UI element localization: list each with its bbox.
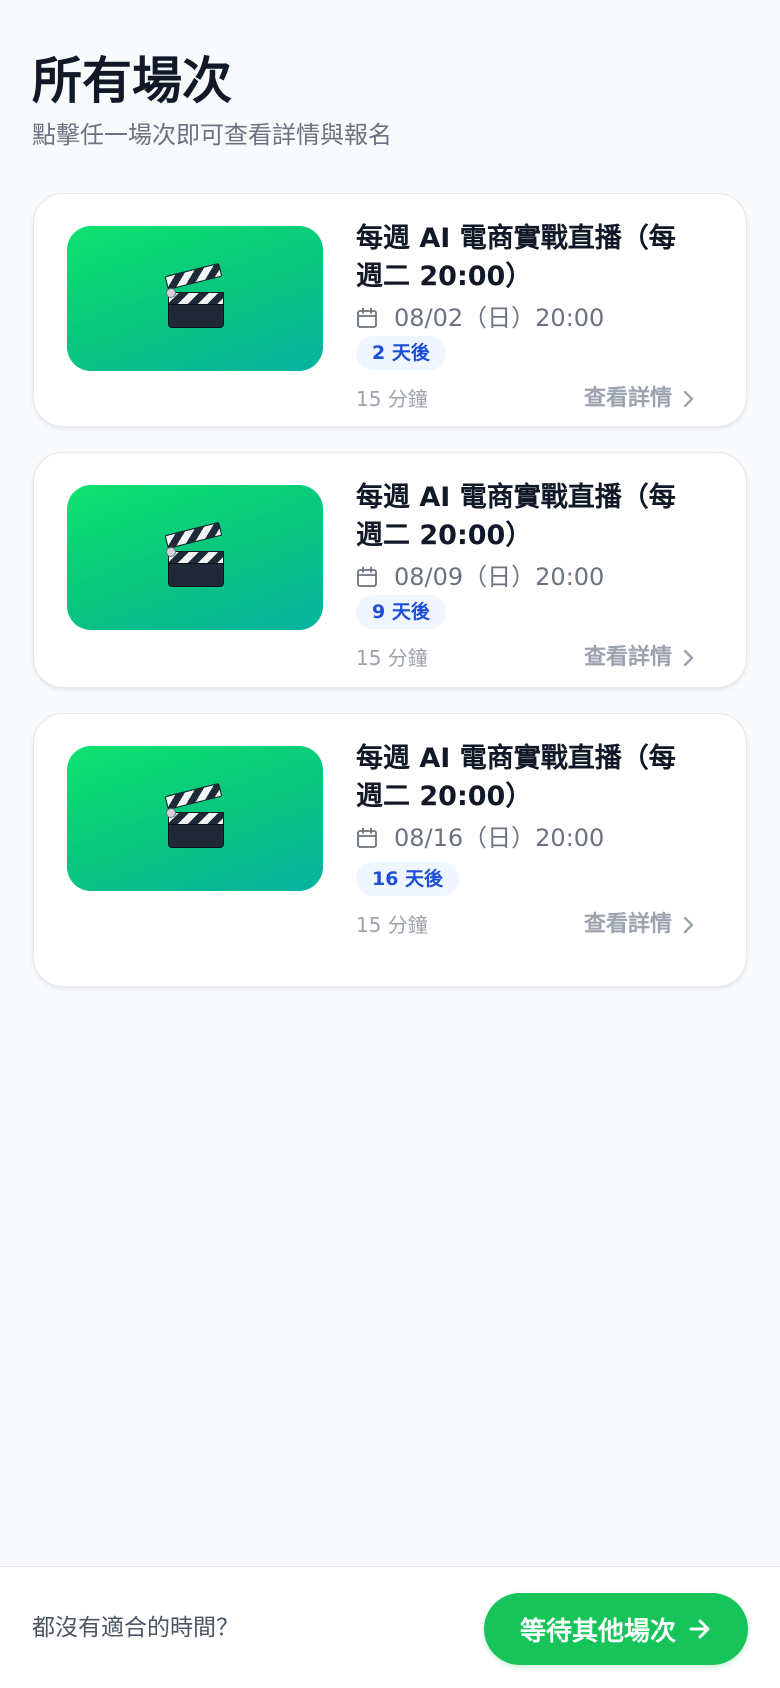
session-meta-row: 15 分鐘 查看詳情 — [356, 643, 696, 673]
session-title: 每週 AI 電商實戰直播（每週二 20:00） — [356, 482, 676, 551]
page-subtitle: 點擊任一場次即可查看詳情與報名 — [32, 121, 392, 149]
countdown-badge: 9 天後 — [356, 595, 446, 629]
clapper-board-icon — [164, 521, 224, 587]
session-thumbnail — [67, 485, 323, 630]
session-duration: 15 分鐘 — [356, 646, 428, 670]
wait-button-label: 等待其他場次 — [519, 1616, 676, 1647]
session-card[interactable]: 每週 AI 電商實戰直播（每週二 20:00） 08/02（日）20:00 2 … — [33, 193, 747, 427]
view-details-label: 查看詳情 — [583, 645, 672, 670]
session-card[interactable]: 每週 AI 電商實戰直播（每週二 20:00） 08/09（日）20:00 9 … — [33, 452, 747, 688]
session-thumbnail — [67, 746, 323, 891]
view-details-label: 查看詳情 — [583, 912, 672, 937]
session-date: 08/02（日）20:00 — [394, 304, 605, 332]
session-thumbnail — [67, 226, 323, 371]
session-date-row: 08/02（日）20:00 2 天後 — [356, 300, 696, 370]
chevron-right-icon — [683, 390, 694, 408]
calendar-icon — [357, 566, 377, 587]
session-date: 08/16（日）20:00 — [394, 824, 605, 852]
calendar-icon — [357, 307, 377, 328]
session-card[interactable]: 每週 AI 電商實戰直播（每週二 20:00） 08/16（日）20:00 16… — [33, 713, 747, 987]
view-details-link[interactable]: 查看詳情 — [584, 910, 696, 940]
calendar-icon — [357, 827, 377, 848]
clapper-board-icon — [164, 782, 224, 848]
chevron-right-icon — [683, 649, 694, 667]
session-info: 每週 AI 電商實戰直播（每週二 20:00） 08/02（日）20:00 2 … — [356, 220, 696, 414]
session-date-row: 08/16（日）20:00 — [356, 820, 696, 856]
view-details-label: 查看詳情 — [583, 386, 672, 411]
session-duration: 15 分鐘 — [356, 913, 428, 937]
page-header: 所有場次 點擊任一場次即可查看詳情與報名 — [32, 48, 732, 152]
arrow-right-icon — [689, 1619, 710, 1639]
wait-other-sessions-button[interactable]: 等待其他場次 — [484, 1593, 748, 1665]
session-list: 每週 AI 電商實戰直播（每週二 20:00） 08/02（日）20:00 2 … — [33, 193, 747, 1012]
session-meta-row: 15 分鐘 查看詳情 — [356, 910, 696, 940]
countdown-badge: 2 天後 — [356, 336, 446, 370]
session-title: 每週 AI 電商實戰直播（每週二 20:00） — [356, 223, 676, 292]
session-info: 每週 AI 電商實戰直播（每週二 20:00） 08/16（日）20:00 16… — [356, 740, 696, 940]
footer-bar: 都沒有適合的時間？ 等待其他場次 — [0, 1566, 780, 1688]
countdown-badge: 16 天後 — [356, 862, 460, 896]
session-duration: 15 分鐘 — [356, 387, 428, 411]
view-details-link[interactable]: 查看詳情 — [584, 643, 696, 673]
clapper-board-icon — [164, 262, 224, 328]
footer-prompt: 都沒有適合的時間？ — [32, 1615, 239, 1641]
session-info: 每週 AI 電商實戰直播（每週二 20:00） 08/09（日）20:00 9 … — [356, 479, 696, 673]
session-meta-row: 15 分鐘 查看詳情 — [356, 384, 696, 414]
session-date-row: 08/09（日）20:00 9 天後 — [356, 559, 696, 629]
page-title: 所有場次 — [32, 52, 232, 110]
view-details-link[interactable]: 查看詳情 — [584, 384, 696, 414]
session-date: 08/09（日）20:00 — [394, 563, 605, 591]
chevron-right-icon — [683, 916, 694, 934]
session-title: 每週 AI 電商實戰直播（每週二 20:00） — [356, 743, 676, 812]
